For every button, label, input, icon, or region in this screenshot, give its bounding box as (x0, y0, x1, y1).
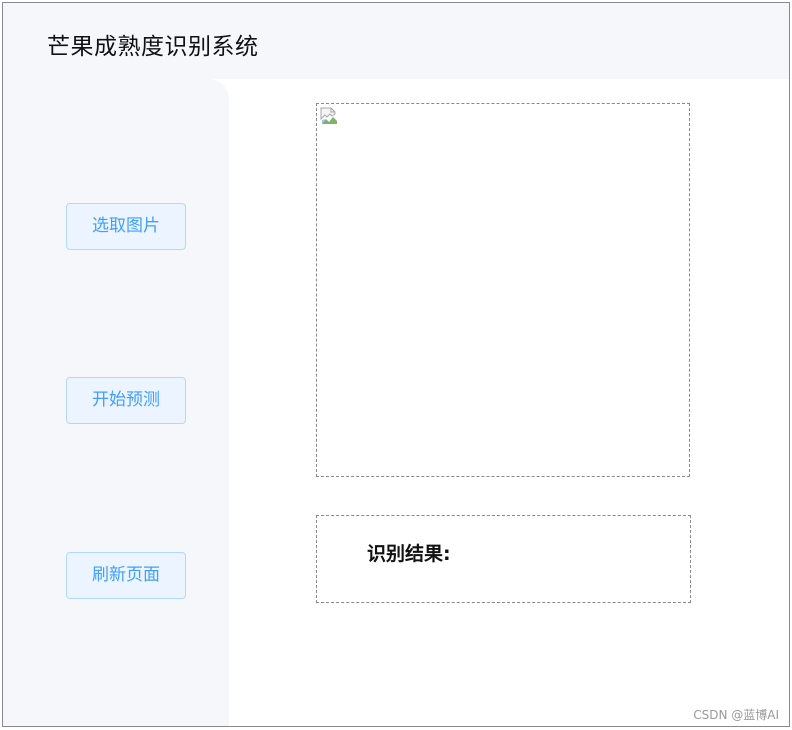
start-prediction-button[interactable]: 开始预测 (66, 377, 186, 424)
select-image-button[interactable]: 选取图片 (66, 203, 186, 250)
refresh-page-button[interactable]: 刷新页面 (66, 552, 186, 599)
result-box: 识别结果: (316, 515, 691, 603)
watermark: CSDN @蓝博AI (693, 708, 779, 722)
image-preview-box (316, 103, 690, 477)
header: 芒果成熟度识别系统 (3, 3, 789, 79)
app-window: 芒果成熟度识别系统 选取图片 开始预测 刷新页面 识别结果: CSDN @蓝博A… (2, 2, 790, 727)
page-title: 芒果成熟度识别系统 (47, 34, 259, 60)
result-label: 识别结果: (367, 543, 451, 565)
broken-image-icon (320, 107, 337, 124)
